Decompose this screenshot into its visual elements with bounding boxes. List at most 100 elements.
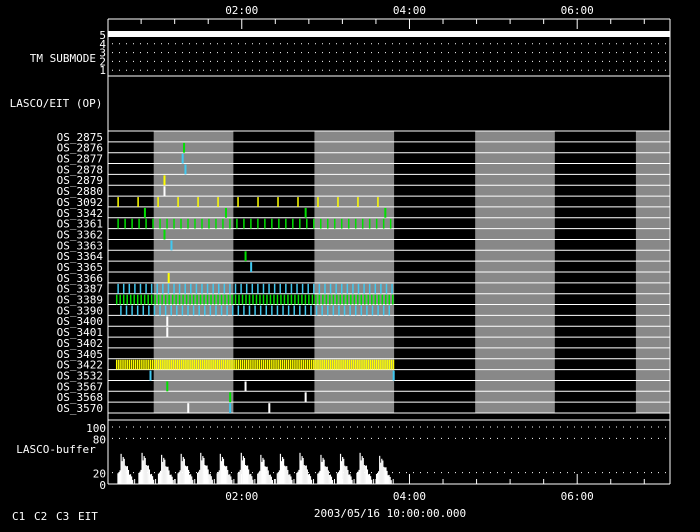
os-mark [117, 218, 119, 229]
buffer-bar [223, 465, 226, 484]
buffer-bar [373, 479, 375, 484]
buffer-bar [288, 474, 290, 484]
os-mark [374, 294, 377, 305]
buffer-bar [260, 454, 262, 484]
buffer-bar [211, 479, 213, 484]
os-mark [227, 359, 229, 370]
buffer-bar [375, 473, 378, 484]
buffer-bar [249, 474, 251, 484]
os-mark [256, 359, 258, 370]
os-mark [224, 294, 226, 305]
os-mark [193, 359, 196, 370]
buffer-bar [266, 466, 268, 484]
buffer-bar [147, 465, 149, 484]
buffer-bar [142, 460, 144, 484]
buffer-bar [163, 457, 165, 484]
os-mark [201, 283, 203, 294]
buffer-bar [221, 456, 224, 484]
os-mark [384, 359, 386, 370]
os-mark [237, 359, 240, 370]
os-mark [210, 359, 212, 370]
buffer-bar [379, 455, 381, 484]
os-mark [126, 359, 128, 370]
buffer-bar [204, 465, 206, 484]
os-mark [304, 207, 307, 218]
os-mark [294, 359, 296, 370]
buffer-bar [201, 460, 203, 484]
buffer-bar [220, 461, 222, 484]
os-mark [172, 359, 175, 370]
os-mark [357, 359, 359, 370]
os-mark [357, 283, 360, 294]
os-mark [258, 359, 261, 370]
buffer-bar [289, 474, 291, 484]
buffer-bar [329, 474, 332, 484]
buffer-bar [217, 472, 219, 484]
buffer-bar [144, 457, 146, 484]
os-mark [187, 359, 189, 370]
buffer-bar [290, 476, 292, 484]
os-mark [318, 283, 321, 294]
os-mark [357, 294, 359, 305]
os-mark [297, 294, 300, 305]
os-mark [367, 359, 370, 370]
os-mark [302, 359, 305, 370]
buffer-bar [322, 457, 324, 484]
buffer-bar [317, 473, 319, 484]
os-mark [128, 283, 131, 294]
os-mark [168, 294, 170, 305]
os-mark [371, 359, 374, 370]
os-mark [166, 327, 169, 338]
buffer-bar [293, 479, 295, 484]
os-mark [167, 283, 170, 294]
os-mark [176, 359, 179, 370]
os-mark [233, 359, 235, 370]
buffer-bar [178, 472, 180, 484]
buffer-bar [153, 479, 155, 484]
buffer-bar [286, 466, 288, 484]
os-mark [224, 207, 227, 218]
buffer-bar [271, 479, 274, 484]
os-mark [285, 283, 287, 294]
buffer-bar [187, 469, 190, 484]
os-mark [231, 359, 233, 370]
buffer-bar [270, 476, 272, 484]
os-mark [287, 294, 289, 305]
os-mark [152, 218, 154, 229]
os-mark [340, 218, 343, 229]
buffer-bar [141, 452, 143, 484]
os-mark [257, 197, 259, 207]
buffer-bar [118, 472, 120, 484]
os-mark [354, 359, 357, 370]
os-mark [378, 359, 380, 370]
buffer-bar [146, 465, 148, 484]
x-axis-date-label: 2003/05/16 10:00:00.000 [314, 507, 466, 520]
os-mark [363, 359, 365, 370]
buffer-bar [302, 457, 304, 484]
os-mark [231, 305, 234, 316]
os-mark [388, 294, 391, 305]
os-mark [209, 305, 212, 316]
os-mark [148, 305, 150, 316]
os-mark [118, 359, 120, 370]
os-mark [206, 283, 209, 294]
buffer-bar [207, 469, 209, 484]
os-mark [306, 359, 309, 370]
os-mark [141, 359, 143, 370]
buffer-bar [321, 461, 323, 484]
os-mark [251, 283, 254, 294]
buffer-bar [340, 461, 343, 484]
os-mark [337, 197, 339, 207]
buffer-bar [388, 474, 390, 484]
buffer-bar [174, 479, 176, 484]
buffer-bar [192, 479, 194, 484]
os-mark [332, 305, 335, 316]
os-mark [166, 359, 168, 370]
os-mark [385, 283, 388, 294]
os-mark [145, 218, 147, 229]
os-mark [252, 359, 254, 370]
buffer-bar [123, 458, 125, 484]
os-mark [268, 283, 270, 294]
os-mark [248, 305, 251, 316]
buffer-bar [120, 453, 122, 484]
